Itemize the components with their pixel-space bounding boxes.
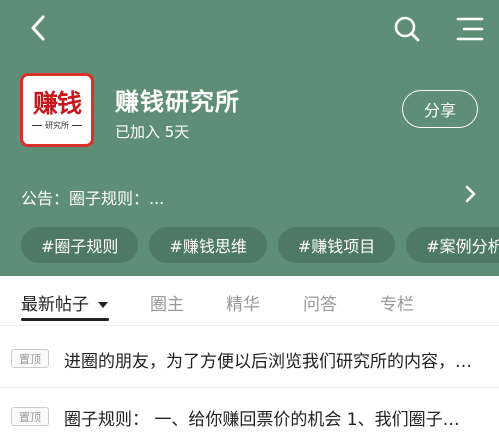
circle-title: 赚钱研究所 (115, 88, 240, 116)
menu-button[interactable] (452, 12, 486, 46)
tag-money-projects[interactable]: #赚钱项目 (277, 227, 396, 263)
search-button[interactable] (390, 12, 424, 46)
post-title: 圈子规则： 一、给你赚回票价的机会 1、我们圈子的内容 (64, 410, 474, 430)
post-divider (0, 387, 499, 388)
post-item[interactable]: 置顶 进圈的朋友，为了方便以后浏览我们研究所的内容，建议 (0, 332, 499, 386)
tab-latest-posts-label: 最新帖子 (21, 295, 89, 315)
announcement-text[interactable]: 公告：圈子规则：... (21, 185, 164, 209)
tag-circle-rules[interactable]: #圈子规则 (21, 227, 139, 263)
pinned-badge: 置顶 (11, 349, 49, 368)
tab-latest-posts[interactable]: 最新帖子 (21, 290, 109, 315)
circle-logo: 赚钱 研究所 (20, 73, 94, 147)
tab-owner[interactable]: 圈主 (150, 290, 184, 315)
tag-case-analysis[interactable]: #案例分析 (406, 227, 499, 263)
search-icon (394, 16, 420, 42)
logo-main-text: 赚钱 (32, 88, 82, 118)
topic-tags: #圈子规则 #赚钱思维 #赚钱项目 #案例分析 (21, 227, 499, 263)
logo-subtext-label: 研究所 (45, 120, 69, 130)
menu-icon (456, 17, 484, 41)
share-button[interactable]: 分享 (402, 90, 478, 128)
membership-status: 已加入 5天 (115, 123, 190, 141)
chevron-left-icon (31, 15, 45, 41)
chevron-right-icon[interactable] (464, 184, 482, 204)
tab-qa[interactable]: 问答 (303, 290, 337, 315)
logo-subtext: 研究所 (32, 120, 82, 131)
caret-down-icon (98, 302, 109, 308)
back-button[interactable] (22, 12, 54, 44)
tabs-divider (0, 325, 499, 326)
post-item[interactable]: 置顶 圈子规则： 一、给你赚回票价的机会 1、我们圈子的内容 (0, 390, 499, 444)
tag-money-mindset[interactable]: #赚钱思维 (149, 227, 267, 263)
tab-featured[interactable]: 精华 (226, 290, 260, 315)
post-title: 进圈的朋友，为了方便以后浏览我们研究所的内容，建议 (64, 352, 474, 372)
tab-column[interactable]: 专栏 (380, 290, 414, 315)
pinned-badge: 置顶 (11, 407, 49, 426)
active-tab-indicator (21, 318, 109, 321)
